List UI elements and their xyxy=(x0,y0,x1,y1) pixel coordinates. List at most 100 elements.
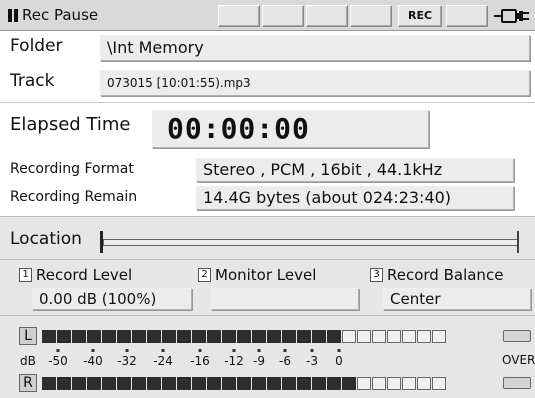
meter-segment xyxy=(57,330,71,343)
record-balance-field[interactable]: Center xyxy=(383,288,531,310)
meter-segment xyxy=(432,330,446,343)
battery-plug-icon xyxy=(494,9,529,23)
status-slot-3 xyxy=(306,5,348,27)
meter-segment xyxy=(57,377,71,390)
meter-segment xyxy=(282,377,296,390)
meter-segment xyxy=(192,330,206,343)
remain-field: 14.4G bytes (about 024:23:40) xyxy=(196,186,514,210)
location-panel: Location xyxy=(0,216,535,260)
meter-segment xyxy=(357,377,371,390)
meter-segment xyxy=(147,330,161,343)
status-bar: Rec Pause REC xyxy=(0,0,535,31)
scale-label: -50 xyxy=(48,354,68,368)
meter-segment xyxy=(312,330,326,343)
remain-label: Recording Remain xyxy=(10,189,138,205)
meter-segment xyxy=(132,330,146,343)
format-field: Stereo , PCM , 16bit , 44.1kHz xyxy=(196,158,514,182)
scale-tick xyxy=(91,349,95,352)
remain-value: 14.4G bytes (about 024:23:40) xyxy=(203,188,452,207)
folder-field[interactable]: \Int Memory xyxy=(100,35,530,61)
meter-segment xyxy=(327,377,341,390)
left-channel-label: L xyxy=(19,327,37,345)
meter-segment xyxy=(327,330,341,343)
meter-segment xyxy=(147,377,161,390)
monitor-level-field[interactable] xyxy=(211,288,359,310)
elapsed-panel: Elapsed Time 00:00:00 xyxy=(0,102,535,156)
folder-label: Folder xyxy=(10,36,63,56)
record-balance-number: 3 xyxy=(370,268,383,282)
recorder-state: Rec Pause xyxy=(22,6,99,24)
right-over-indicator xyxy=(503,377,531,389)
monitor-level-number: 2 xyxy=(198,268,211,282)
scale-label: -32 xyxy=(117,354,137,368)
meter-segment xyxy=(297,330,311,343)
meter-segment xyxy=(342,330,356,343)
status-slot-2 xyxy=(262,5,304,27)
meter-segment xyxy=(117,330,131,343)
meter-segment xyxy=(72,377,86,390)
status-slot-1 xyxy=(218,5,260,27)
elapsed-label: Elapsed Time xyxy=(10,114,131,135)
meter-segment xyxy=(222,330,236,343)
levels-panel: 1 Record Level 0.00 dB (100%) 2 Monitor … xyxy=(0,260,535,316)
meter-segment xyxy=(207,377,221,390)
meter-segment xyxy=(42,330,56,343)
scale-label: -3 xyxy=(306,354,318,368)
left-level-meter xyxy=(42,330,446,343)
meter-segment xyxy=(342,377,356,390)
meter-segment xyxy=(72,330,86,343)
right-level-meter xyxy=(42,377,446,390)
meter-segment xyxy=(102,377,116,390)
rec-indicator: REC xyxy=(398,5,442,27)
scale-tick xyxy=(257,349,261,352)
scale-tick xyxy=(198,349,202,352)
meter-segment xyxy=(252,330,266,343)
record-balance-label: Record Balance xyxy=(387,266,504,284)
meter-segment xyxy=(177,377,191,390)
meter-segment xyxy=(432,377,446,390)
record-level-number: 1 xyxy=(19,268,32,282)
meter-segment xyxy=(417,377,431,390)
track-label: Track xyxy=(10,71,55,91)
location-end-marker xyxy=(517,231,519,253)
record-balance-value: Center xyxy=(390,290,441,308)
record-level-field[interactable]: 0.00 dB (100%) xyxy=(32,288,192,310)
meter-segment xyxy=(132,377,146,390)
meter-segment xyxy=(102,330,116,343)
scale-label: -40 xyxy=(83,354,103,368)
meter-segment xyxy=(177,330,191,343)
level-meter-panel: L dB OVER R -50 -40 -32 -24 -16 -12 -9 -6 -3 0 xyxy=(0,316,535,398)
meter-segment xyxy=(162,377,176,390)
meter-segment xyxy=(417,330,431,343)
elapsed-time: 00:00:00 xyxy=(167,112,310,145)
meter-segment xyxy=(402,330,416,343)
meter-segment xyxy=(387,330,401,343)
meter-segment xyxy=(207,330,221,343)
scale-tick xyxy=(125,349,129,352)
meter-segment xyxy=(402,377,416,390)
track-field[interactable]: 073015 [10:01:55).mp3 xyxy=(100,70,530,96)
left-over-indicator xyxy=(503,330,531,342)
meter-segment xyxy=(357,330,371,343)
status-slot-4 xyxy=(350,5,392,27)
meter-segment xyxy=(267,377,281,390)
location-slider[interactable] xyxy=(103,239,519,246)
meter-segment xyxy=(297,377,311,390)
scale-tick xyxy=(283,349,287,352)
meter-segment xyxy=(252,377,266,390)
scale-label: 0 xyxy=(335,354,343,368)
meter-segment xyxy=(372,330,386,343)
meter-segment xyxy=(117,377,131,390)
format-value: Stereo , PCM , 16bit , 44.1kHz xyxy=(203,160,443,179)
db-unit-label: dB xyxy=(20,354,36,368)
scale-label: -12 xyxy=(224,354,244,368)
status-slot-5 xyxy=(446,5,488,27)
meter-segment xyxy=(192,377,206,390)
scale-tick xyxy=(161,349,165,352)
format-label: Recording Format xyxy=(10,161,134,177)
elapsed-field: 00:00:00 xyxy=(152,110,429,148)
meter-segment xyxy=(162,330,176,343)
scale-label: -24 xyxy=(153,354,173,368)
meter-segment xyxy=(312,377,326,390)
meter-segment xyxy=(372,377,386,390)
